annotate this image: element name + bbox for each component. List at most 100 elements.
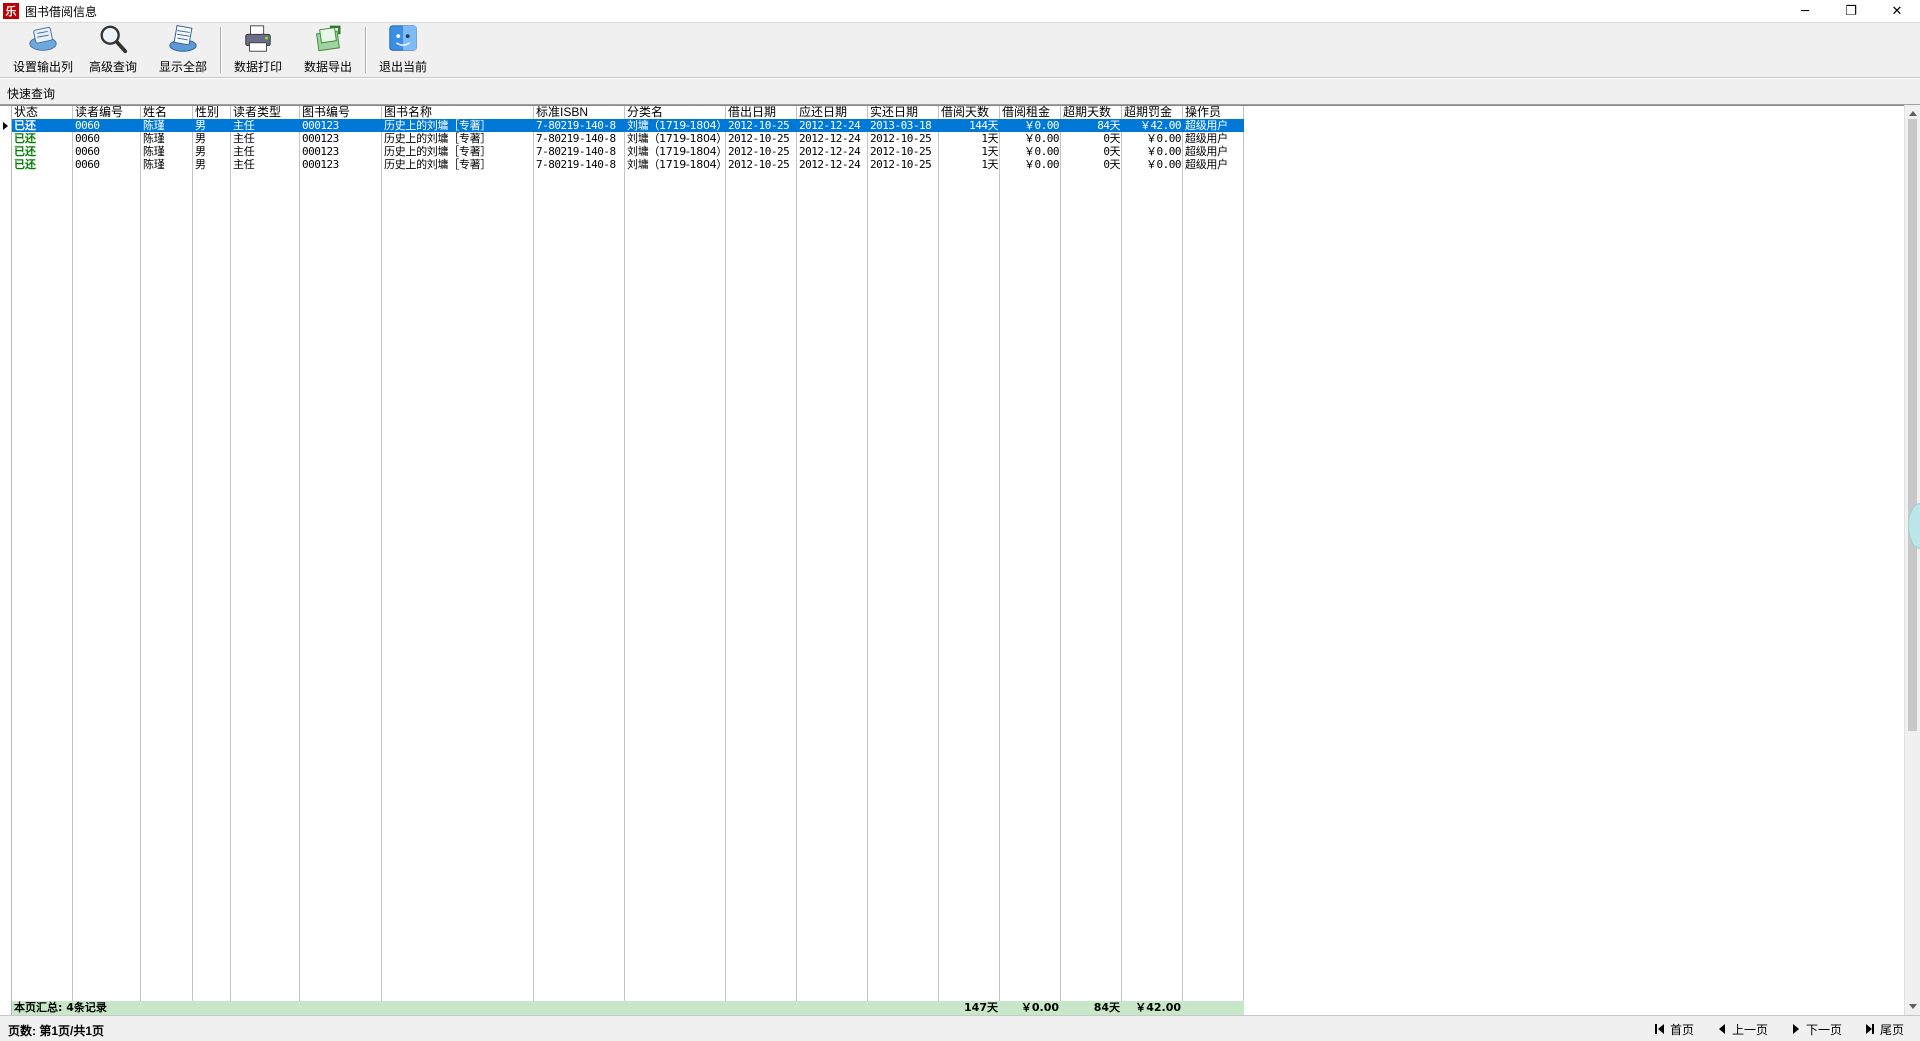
table-row[interactable]: 已还 0060 陈瑾 男 主任 000123 历史上的刘墉［专著］ 7-80219-140-8… <box>12 132 1244 145</box>
column-header[interactable]: 读者编号 <box>73 106 141 119</box>
table-cell: 历史上的刘墉［专著］ <box>384 145 491 158</box>
title-bar: 乐 图书借阅信息 ─ ❐ ✕ <box>0 0 1920 22</box>
magnifier-icon <box>100 25 128 54</box>
exit-current-button[interactable]: 退出当前 <box>368 23 438 77</box>
column-header[interactable]: 分类名 <box>625 106 726 119</box>
table-cell: 超级用户 <box>1185 132 1228 145</box>
table-cell: 2012-10-25 <box>870 132 932 145</box>
set-output-columns-button[interactable]: 设置输出列 <box>8 23 78 77</box>
table-cell: 1天 <box>981 145 998 158</box>
table-cell: 刘墉（1719-1804） <box>627 119 726 132</box>
table-cell: ￥0.00 <box>1024 132 1060 145</box>
set-output-columns-label: 设置输出列 <box>12 60 73 74</box>
table-cell: 0060 <box>75 145 100 158</box>
export-data-button[interactable]: 数据导出 <box>293 23 363 77</box>
page-info: 页数: 第1页/共1页 <box>8 1024 105 1038</box>
column-header[interactable]: 借阅天数 <box>939 106 1000 119</box>
quick-search-bar[interactable]: 快速查询 <box>0 79 1920 105</box>
column-divider <box>867 106 868 1015</box>
column-header[interactable]: 读者类型 <box>231 106 300 119</box>
table-cell: 男 <box>195 132 206 145</box>
column-divider <box>624 106 625 1015</box>
column-header[interactable]: 实还日期 <box>868 106 939 119</box>
table-cell: 2012-10-25 <box>728 119 790 132</box>
table-cell: 7-80219-140-8 <box>536 119 616 132</box>
column-divider <box>1060 106 1061 1015</box>
advanced-search-label: 高级查询 <box>88 60 137 74</box>
first-page-icon <box>1654 1023 1666 1035</box>
table-row[interactable]: 已还 0060 陈瑾 男 主任 000123 历史上的刘墉［专著］ 7-80219-140-8… <box>12 158 1244 171</box>
close-button[interactable]: ✕ <box>1874 0 1920 22</box>
print-data-button[interactable]: 数据打印 <box>223 23 293 77</box>
table-cell: 0天 <box>1103 145 1120 158</box>
table-cell: 144天 <box>969 119 998 132</box>
column-divider <box>140 106 141 1015</box>
status-bar: 页数: 第1页/共1页 首页 上一页 下一页 尾页 <box>0 1015 1920 1041</box>
status-cell: 已还 <box>14 158 36 171</box>
table-cell: 陈瑾 <box>143 145 165 158</box>
scroll-thumb[interactable] <box>1908 119 1917 731</box>
scroll-up-arrow-icon[interactable] <box>1909 111 1917 116</box>
table-cell: 历史上的刘墉［专著］ <box>384 132 491 145</box>
minimize-button[interactable]: ─ <box>1782 0 1828 22</box>
table-cell: 主任 <box>233 145 255 158</box>
summary-rent: ￥0.00 <box>1020 1001 1059 1014</box>
column-header[interactable]: 姓名 <box>141 106 193 119</box>
column-divider <box>72 106 73 1015</box>
table-cell: 刘墉（1719-1804） <box>627 145 726 158</box>
table-cell: 主任 <box>233 119 255 132</box>
advanced-search-button[interactable]: 高级查询 <box>78 23 148 77</box>
table-cell: 1天 <box>981 158 998 171</box>
prev-page-button[interactable]: 上一页 <box>1716 1019 1768 1039</box>
restore-button[interactable]: ❐ <box>1828 0 1874 22</box>
table-cell: 0060 <box>75 132 100 145</box>
table-cell: 000123 <box>302 119 339 132</box>
scroll-down-arrow-icon[interactable] <box>1909 1004 1917 1009</box>
output-columns-icon <box>29 26 57 51</box>
table-cell: 2013-03-18 <box>870 119 932 132</box>
grid-header: 状态 读者编号 姓名 性别 读者类型 图书编号 图书名称 标准ISBN 分类名 借出日期 应还日期实… <box>12 106 1244 119</box>
column-header[interactable]: 超期天数 <box>1061 106 1122 119</box>
column-divider <box>381 106 382 1015</box>
table-cell: 2012-12-24 <box>799 119 861 132</box>
column-header[interactable]: 性别 <box>193 106 231 119</box>
table-row[interactable]: 已还 0060 陈瑾 男 主任 000123 历史上的刘墉［专著］ 7-80219-140-8… <box>12 119 1244 132</box>
next-page-label: 下一页 <box>1805 1022 1842 1037</box>
table-cell: 2012-12-24 <box>799 132 861 145</box>
table-cell: 超级用户 <box>1185 145 1228 158</box>
column-header[interactable]: 借阅租金 <box>1000 106 1061 119</box>
column-header[interactable]: 应还日期 <box>797 106 868 119</box>
first-page-button[interactable]: 首页 <box>1654 1019 1694 1039</box>
table-cell: 2012-12-24 <box>799 145 861 158</box>
column-header[interactable]: 超期罚金 <box>1122 106 1183 119</box>
exit-icon <box>389 25 417 51</box>
show-all-button[interactable]: 显示全部 <box>148 23 218 77</box>
table-cell: ￥0.00 <box>1146 158 1182 171</box>
status-cell: 已还 <box>14 132 36 145</box>
column-header[interactable]: 标准ISBN <box>534 106 625 119</box>
table-cell: 2012-10-25 <box>728 132 790 145</box>
column-divider <box>999 106 1000 1015</box>
table-row[interactable]: 已还 0060 陈瑾 男 主任 000123 历史上的刘墉［专著］ 7-80219-140-8… <box>12 145 1244 158</box>
column-header[interactable]: 借出日期 <box>726 106 797 119</box>
last-page-button[interactable]: 尾页 <box>1864 1019 1904 1039</box>
table-cell: 0060 <box>75 158 100 171</box>
column-header[interactable]: 操作员 <box>1183 106 1244 119</box>
current-row-arrow-icon <box>3 122 8 130</box>
column-header[interactable]: 图书名称 <box>382 106 534 119</box>
table-cell: 刘墉（1719-1804） <box>627 158 726 171</box>
next-page-button[interactable]: 下一页 <box>1790 1019 1842 1039</box>
column-header[interactable]: 图书编号 <box>300 106 382 119</box>
export-icon <box>316 25 341 52</box>
column-header[interactable]: 状态 <box>12 106 73 119</box>
table-cell: 84天 <box>1097 119 1120 132</box>
exit-current-label: 退出当前 <box>378 60 427 74</box>
borrow-records-grid[interactable]: 状态 读者编号 姓名 性别 读者类型 图书编号 图书名称 标准ISBN 分类名 借出日期 应还日期实… <box>0 105 1904 1015</box>
app-icon: 乐 <box>3 3 19 19</box>
table-cell: 超级用户 <box>1185 119 1228 132</box>
vertical-scrollbar[interactable] <box>1904 105 1920 1015</box>
table-cell: 000123 <box>302 132 339 145</box>
window-title: 图书借阅信息 <box>25 4 98 19</box>
table-cell: 7-80219-140-8 <box>536 158 616 171</box>
table-cell: 历史上的刘墉［专著］ <box>384 158 491 171</box>
